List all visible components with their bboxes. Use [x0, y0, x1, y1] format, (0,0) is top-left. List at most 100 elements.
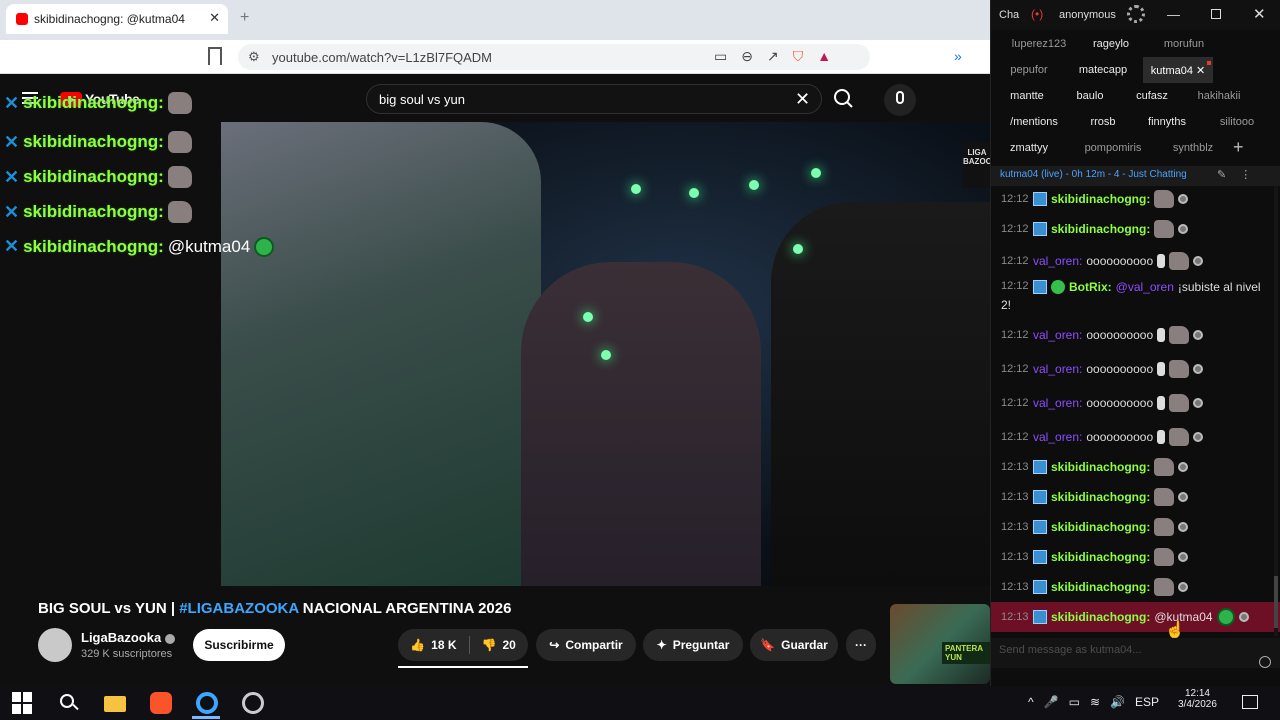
msg-username[interactable]: skibidinachogng:	[1051, 580, 1150, 594]
brave-browser-icon[interactable]	[150, 692, 172, 714]
chat-message[interactable]: 12:13 skibidinachogng:	[991, 458, 1280, 476]
cast-icon[interactable]: ▭	[714, 48, 727, 65]
msg-username[interactable]: skibidinachogng:	[1051, 550, 1150, 564]
chat-message[interactable]: 12:13 skibidinachogng:	[991, 518, 1280, 536]
share-icon[interactable]: ↗	[767, 48, 779, 65]
more-icon[interactable]: ⋮	[1240, 168, 1251, 181]
msg-username[interactable]: skibidinachogng:	[1051, 460, 1150, 474]
tab-silitooo[interactable]: silitooo	[1203, 109, 1271, 135]
chat-message[interactable]: 12:12 val_oren: oooooooooo	[991, 394, 1280, 412]
search-button[interactable]	[822, 84, 866, 114]
chat-message[interactable]: 12:12 val_oren: oooooooooo	[991, 326, 1280, 344]
msg-username[interactable]: val_oren:	[1033, 254, 1082, 268]
tab-finnyths[interactable]: finnyths	[1137, 109, 1197, 135]
browser-tab[interactable]: skibidinachogng: @kutma04 ✕	[6, 4, 228, 34]
battery-icon[interactable]: ▭	[1069, 695, 1080, 709]
dislike-button[interactable]: 👎 20	[482, 638, 516, 652]
msg-username[interactable]: val_oren:	[1033, 396, 1082, 410]
address-bar[interactable]: ⚙ youtube.com/watch?v=L1zBl7FQADM ▭ ⊖ ↗ …	[238, 44, 870, 70]
chat-message[interactable]: 12:13 skibidinachogng:	[991, 488, 1280, 506]
tab-pepufor[interactable]: pepufor	[1001, 57, 1057, 83]
brave-rewards-icon[interactable]: ▲	[817, 48, 831, 65]
chat-message[interactable]: 12:12 val_oren: oooooooooo	[991, 360, 1280, 378]
tab-zmattyy[interactable]: zmattyy	[1001, 135, 1057, 161]
tab-morufun[interactable]: morufun	[1149, 31, 1219, 57]
account-name[interactable]: anonymous	[1059, 9, 1116, 21]
clock[interactable]: 12:14 3/4/2026	[1178, 688, 1217, 710]
tab-matecapp[interactable]: matecapp	[1067, 57, 1139, 83]
tab-rageylo[interactable]: rageylo	[1081, 31, 1141, 57]
tab-synthblz[interactable]: synthblz	[1163, 135, 1223, 161]
moderation-icon[interactable]: ✎	[1217, 168, 1226, 181]
tab-kutma04[interactable]: kutma04 ✕	[1143, 57, 1213, 83]
msg-username[interactable]: skibidinachogng:	[1051, 490, 1150, 504]
emoji-icon[interactable]	[1259, 656, 1271, 668]
zoom-icon[interactable]: ⊖	[741, 48, 753, 65]
tab-baulo[interactable]: baulo	[1065, 83, 1115, 109]
chat-message-highlighted[interactable]: 12:13 skibidinachogng: @kutma04	[991, 602, 1280, 632]
tab-close-icon[interactable]: ✕	[209, 10, 220, 26]
minimize-icon[interactable]: —	[1167, 7, 1180, 22]
microphone-icon[interactable]: 🎤	[1044, 695, 1059, 709]
video-title-hashtag[interactable]: #LIGABAZOOKA	[179, 600, 298, 617]
tab-cufasz[interactable]: cufasz	[1125, 83, 1179, 109]
site-settings-icon[interactable]: ⚙	[248, 49, 260, 65]
related-video-thumbnail[interactable]: PANTERA YUN	[890, 604, 990, 684]
save-button[interactable]: 🔖 Guardar	[750, 629, 838, 661]
share-button[interactable]: ↪ Compartir	[536, 629, 636, 661]
channel-avatar[interactable]	[38, 628, 72, 662]
msg-username[interactable]: val_oren:	[1033, 362, 1082, 376]
address-url[interactable]: youtube.com/watch?v=L1zBl7FQADM	[272, 50, 492, 65]
msg-username[interactable]: BotRix:	[1069, 280, 1112, 294]
file-explorer-icon[interactable]	[104, 696, 126, 712]
chatterino-icon[interactable]	[196, 692, 218, 714]
msg-username[interactable]: val_oren:	[1033, 328, 1082, 342]
scroll-thumb[interactable]	[1274, 576, 1278, 628]
search-box[interactable]: big soul vs yun ✕	[366, 84, 822, 114]
ask-button[interactable]: ✦ Preguntar	[643, 629, 743, 661]
chat-message[interactable]: 12:13 skibidinachogng:	[991, 548, 1280, 566]
tab-rrosb[interactable]: rrosb	[1081, 109, 1125, 135]
clear-search-icon[interactable]: ✕	[795, 89, 810, 110]
msg-username[interactable]: skibidinachogng:	[1051, 520, 1150, 534]
chat-message[interactable]: 12:12 BotRix: @val_oren ¡subiste al nive…	[991, 280, 1280, 312]
like-button[interactable]: 👍 18 K	[410, 638, 456, 652]
windows-start-icon[interactable]	[12, 692, 34, 714]
close-icon[interactable]: ✕	[1253, 5, 1266, 23]
tab-mantte[interactable]: mantte	[1001, 83, 1053, 109]
obs-icon[interactable]	[242, 692, 264, 714]
tab-luperez123[interactable]: luperez123	[1001, 31, 1077, 57]
new-tab-icon[interactable]: +	[240, 9, 249, 27]
message-input[interactable]: Send message as kutma04...	[991, 638, 1280, 668]
msg-username[interactable]: skibidinachogng:	[1051, 192, 1150, 206]
message-input-placeholder[interactable]: Send message as kutma04...	[999, 644, 1141, 656]
msg-mention[interactable]: @val_oren	[1116, 280, 1174, 294]
language-indicator[interactable]: ESP	[1135, 695, 1159, 709]
channel-name[interactable]: LigaBazooka	[81, 630, 161, 645]
tray-expand-icon[interactable]: ^	[1028, 695, 1034, 709]
bookmark-icon[interactable]	[208, 47, 222, 65]
tab-mentions[interactable]: /mentions	[1001, 109, 1067, 135]
search-input[interactable]: big soul vs yun	[379, 92, 465, 107]
settings-gear-icon[interactable]	[1127, 5, 1145, 23]
brave-shield-icon[interactable]: ⛉	[793, 48, 804, 65]
extension-icon[interactable]: »	[954, 48, 962, 64]
notifications-icon[interactable]	[1242, 695, 1258, 709]
msg-username[interactable]: val_oren:	[1033, 430, 1082, 444]
maximize-icon[interactable]	[1211, 9, 1221, 19]
tab-pompomiris[interactable]: pompomiris	[1071, 135, 1155, 161]
chat-message[interactable]: 12:13 skibidinachogng:	[991, 578, 1280, 596]
video-player[interactable]: LIGA BAZOOKA	[221, 122, 990, 586]
chat-message[interactable]: 12:12 skibidinachogng:	[991, 220, 1280, 238]
voice-search-button[interactable]	[884, 84, 916, 116]
volume-icon[interactable]: 🔊	[1110, 695, 1125, 709]
msg-username[interactable]: skibidinachogng:	[1051, 222, 1150, 236]
chat-message[interactable]: 12:12 val_oren: oooooooooo	[991, 252, 1280, 270]
tab-hakihakii[interactable]: hakihakii	[1189, 83, 1249, 109]
channel-name-row[interactable]: LigaBazooka	[81, 630, 176, 645]
stream-info[interactable]: kutma04 (live) - 0h 12m - 4 - Just Chatt…	[1000, 169, 1205, 180]
chat-message[interactable]: 12:12 skibidinachogng:	[991, 190, 1280, 208]
msg-username[interactable]: skibidinachogng:	[1051, 610, 1150, 624]
chat-message[interactable]: 12:12 val_oren: oooooooooo	[991, 428, 1280, 446]
add-tab-button[interactable]: +	[1233, 137, 1244, 158]
